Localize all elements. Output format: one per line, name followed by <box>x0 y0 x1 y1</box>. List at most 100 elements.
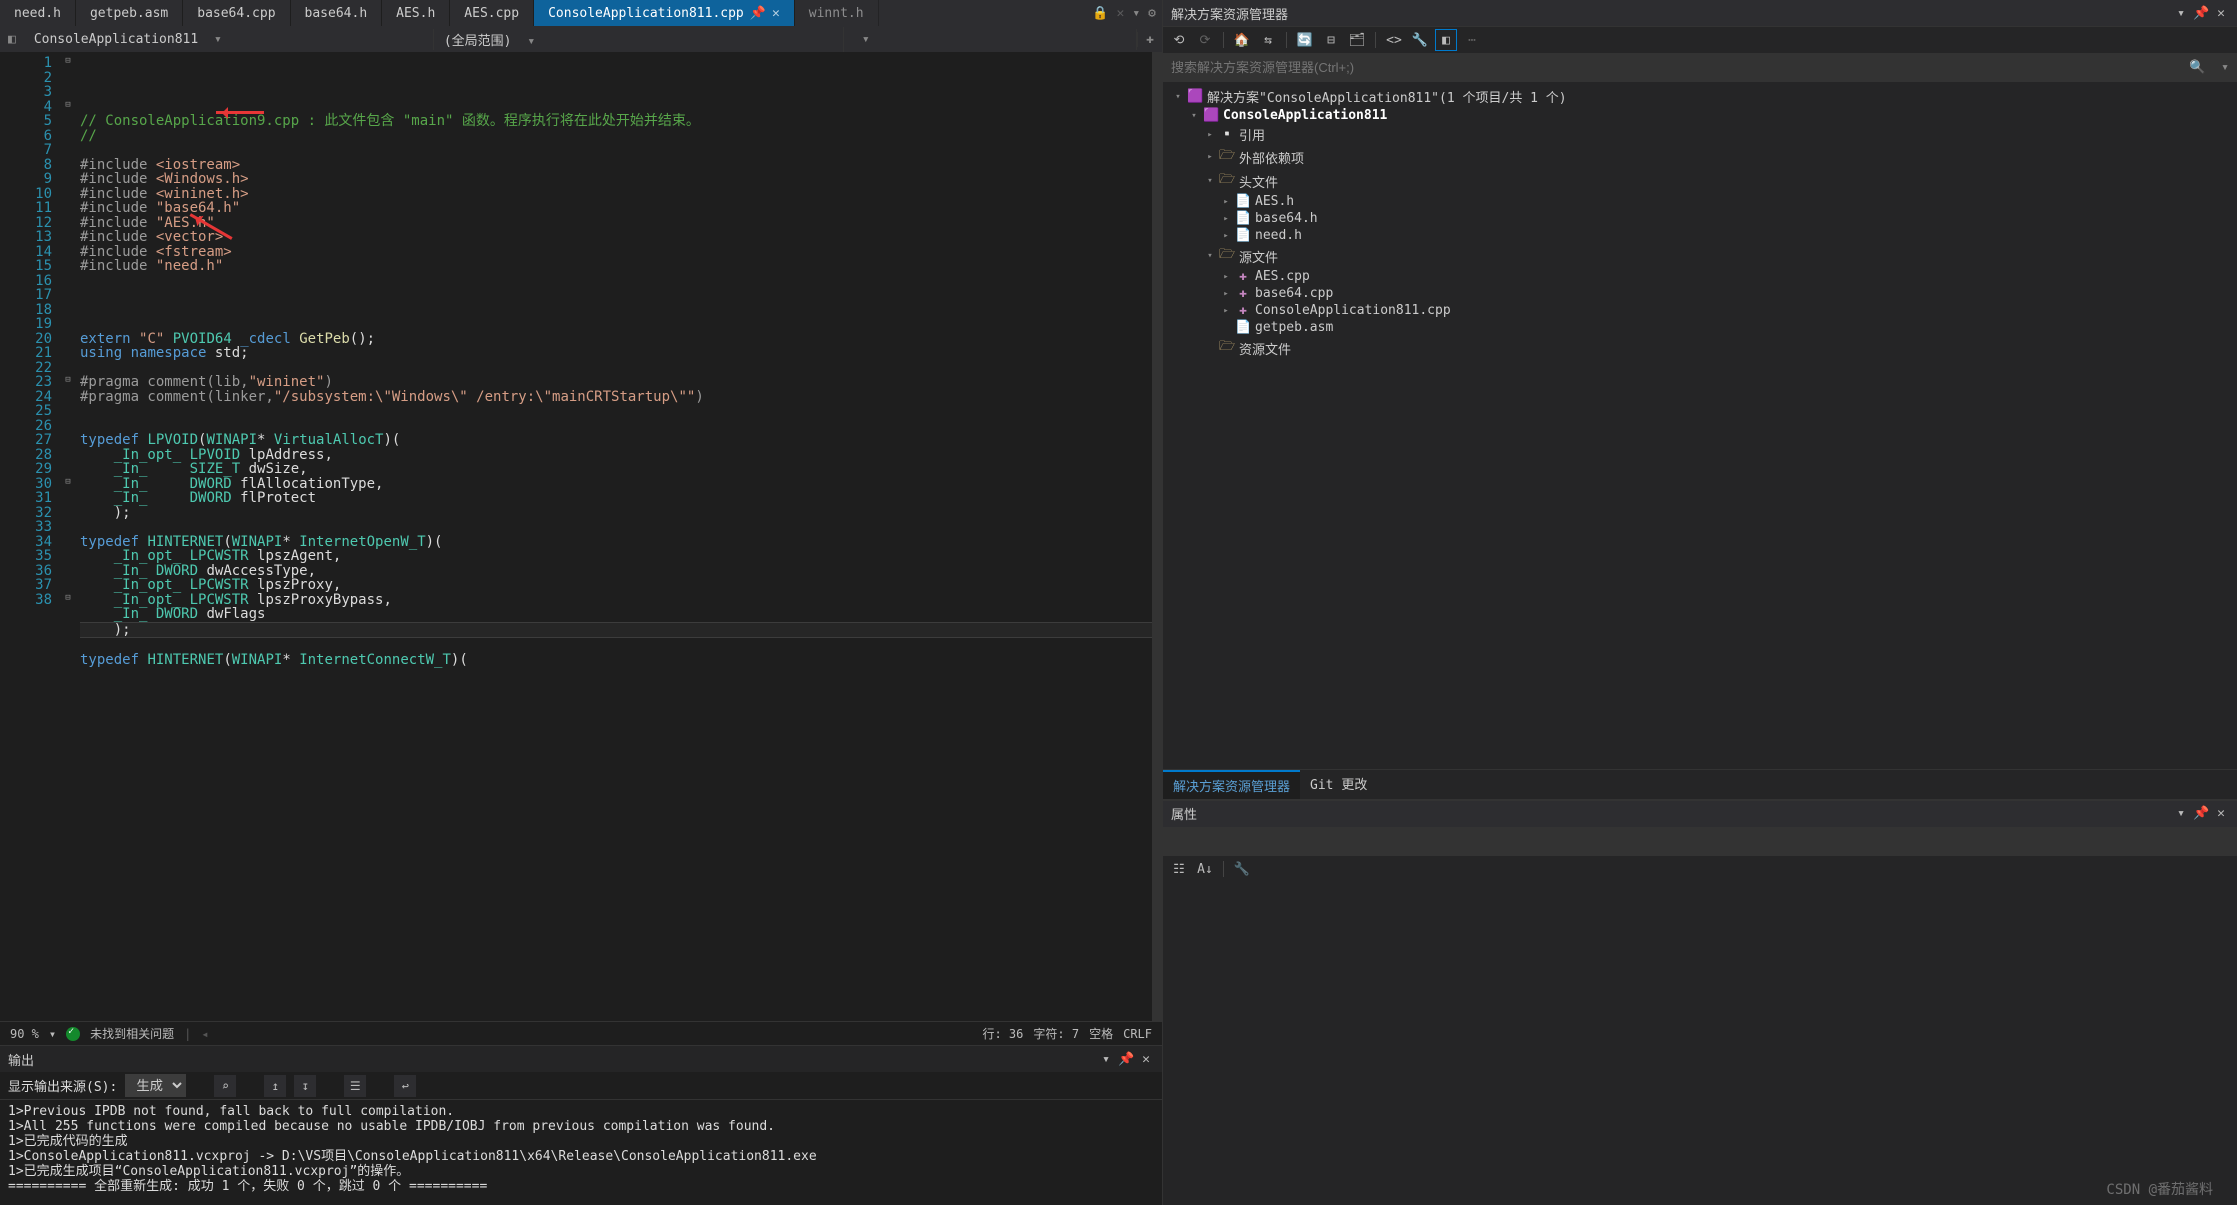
pin-icon[interactable]: 📌 <box>2189 6 2213 21</box>
output-text[interactable]: 1>Previous IPDB not found, fall back to … <box>0 1100 1162 1205</box>
code-line[interactable]: #include <fstream> <box>80 245 1162 260</box>
collapse-icon[interactable]: ⊟ <box>1321 30 1341 50</box>
dropdown-icon[interactable]: ▾ <box>2173 6 2189 21</box>
back-icon[interactable]: ⟲ <box>1169 30 1189 50</box>
editor-tab[interactable]: getpeb.asm <box>76 0 183 26</box>
code-editor[interactable]: 1234567891011121314151617181920212223242… <box>0 52 1162 1021</box>
code-line[interactable]: _In_ SIZE_T dwSize, <box>80 462 1162 477</box>
refresh-icon[interactable]: 🔄 <box>1295 30 1315 50</box>
indent-mode[interactable]: 空格 <box>1089 1025 1113 1042</box>
code-line[interactable]: #include "need.h" <box>80 259 1162 274</box>
code-line[interactable] <box>80 274 1162 289</box>
code-line[interactable]: // <box>80 129 1162 144</box>
editor-tab[interactable]: AES.cpp <box>450 0 534 26</box>
toggle-wrap-icon[interactable]: ↩ <box>394 1075 416 1097</box>
solution-explorer-tab[interactable]: 解决方案资源管理器 <box>1163 770 1300 799</box>
code-line[interactable]: #include <Windows.h> <box>80 172 1162 187</box>
preview-icon[interactable]: ◧ <box>1436 30 1456 50</box>
zoom-level[interactable]: 90 % <box>10 1027 39 1041</box>
dropdown-icon[interactable]: ▾ <box>1098 1052 1114 1067</box>
git-changes-tab[interactable]: Git 更改 <box>1300 770 1377 799</box>
code-line[interactable]: _In_ DWORD flAllocationType, <box>80 477 1162 492</box>
scope-project[interactable]: ConsoleApplication811 ▾ <box>24 29 434 50</box>
code-line[interactable]: extern "C" PVOID64 _cdecl GetPeb(); <box>80 332 1162 347</box>
split-editor-icon[interactable]: ✚ <box>1137 32 1162 47</box>
scope-function[interactable]: (全局范围) ▾ <box>434 27 844 52</box>
editor-tab[interactable]: need.h <box>0 0 76 26</box>
tree-file[interactable]: ▸📄need.h <box>1169 227 2237 244</box>
gear-icon[interactable]: ⚙ <box>1148 6 1156 21</box>
code-line[interactable]: #include <iostream> <box>80 158 1162 173</box>
code-line[interactable]: _In_opt_ LPCWSTR lpszAgent, <box>80 549 1162 564</box>
scope-member[interactable]: ▾ <box>844 29 1137 50</box>
tree-file[interactable]: ▸✚ConsoleApplication811.cpp <box>1169 302 2237 319</box>
code-line[interactable]: _In_opt_ LPCWSTR lpszProxy, <box>80 578 1162 593</box>
code-line[interactable] <box>80 419 1162 434</box>
close-icon[interactable]: ✕ <box>2213 806 2229 821</box>
tree-file[interactable]: ▸📄AES.h <box>1169 193 2237 210</box>
external-deps-node[interactable]: ▸🗁外部依赖项 <box>1169 145 2237 169</box>
code-line[interactable]: typedef HINTERNET(WINAPI* InternetOpenW_… <box>80 535 1162 550</box>
code-line[interactable]: #include "base64.h" <box>80 201 1162 216</box>
close-icon[interactable]: ✕ <box>1138 1052 1154 1067</box>
code-line[interactable]: _In_opt_ LPCWSTR lpszProxyBypass, <box>80 593 1162 608</box>
code-line[interactable]: _In_ DWORD flProtect <box>80 491 1162 506</box>
search-dropdown-icon[interactable]: ▾ <box>2213 60 2237 75</box>
find-in-output-icon[interactable]: ⌕ <box>214 1075 236 1097</box>
minimap-scrollbar[interactable] <box>1152 52 1162 1021</box>
code-line[interactable]: typedef HINTERNET(WINAPI* InternetConnec… <box>80 653 1162 668</box>
search-icon[interactable]: 🔍 <box>2181 60 2213 75</box>
tree-file[interactable]: ▸✚AES.cpp <box>1169 268 2237 285</box>
code-line[interactable] <box>80 303 1162 318</box>
code-line[interactable]: using namespace std; <box>80 346 1162 361</box>
dropdown-icon[interactable]: ▾ <box>2173 806 2189 821</box>
goto-next-icon[interactable]: ↧ <box>294 1075 316 1097</box>
view-code-icon[interactable]: <> <box>1384 30 1404 50</box>
close-icon[interactable]: ✕ <box>772 6 780 21</box>
resources-folder[interactable]: 🗁资源文件 <box>1169 336 2237 360</box>
alphabetical-icon[interactable]: A↓ <box>1195 859 1215 879</box>
code-line[interactable]: ); <box>80 622 1162 639</box>
code-line[interactable] <box>80 638 1162 653</box>
headers-folder[interactable]: ▾🗁头文件 <box>1169 169 2237 193</box>
tree-file[interactable]: ▸✚base64.cpp <box>1169 285 2237 302</box>
show-all-icon[interactable]: 🗂 <box>1347 30 1367 50</box>
editor-tab[interactable]: base64.h <box>291 0 383 26</box>
code-line[interactable]: #pragma comment(lib,"wininet") <box>80 375 1162 390</box>
no-issues-icon[interactable] <box>66 1027 80 1041</box>
close-icon[interactable]: ✕ <box>1117 6 1125 21</box>
solution-tree[interactable]: ▾🟪解决方案"ConsoleApplication811"(1 个项目/共 1 … <box>1163 82 2237 364</box>
code-line[interactable] <box>80 361 1162 376</box>
tree-file[interactable]: 📄getpeb.asm <box>1169 319 2237 336</box>
code-line[interactable]: _In_ DWORD dwFlags <box>80 607 1162 622</box>
properties-icon[interactable]: 🔧 <box>1410 30 1430 50</box>
solution-search-input[interactable] <box>1163 54 2181 81</box>
code-line[interactable] <box>80 288 1162 303</box>
code-line[interactable]: typedef LPVOID(WINAPI* VirtualAllocT)( <box>80 433 1162 448</box>
code-line[interactable]: _In_opt_ LPVOID lpAddress, <box>80 448 1162 463</box>
close-icon[interactable]: ✕ <box>2213 6 2229 21</box>
editor-tab[interactable]: base64.cpp <box>183 0 290 26</box>
code-line[interactable] <box>80 143 1162 158</box>
code-line[interactable]: ); <box>80 506 1162 521</box>
references-node[interactable]: ▸▫️引用 <box>1169 124 2237 145</box>
editor-tab[interactable]: winnt.h <box>795 0 879 26</box>
pin-icon[interactable]: 📌 <box>1114 1052 1138 1067</box>
categorized-icon[interactable]: ☷ <box>1169 859 1189 879</box>
pin-icon[interactable]: 📌 <box>2189 806 2213 821</box>
solution-root[interactable]: ▾🟪解决方案"ConsoleApplication811"(1 个项目/共 1 … <box>1169 86 2237 107</box>
tree-file[interactable]: ▸📄base64.h <box>1169 210 2237 227</box>
pin-icon[interactable]: 📌 <box>750 6 766 21</box>
code-line[interactable]: #include <wininet.h> <box>80 187 1162 202</box>
code-line[interactable]: _In_ DWORD dwAccessType, <box>80 564 1162 579</box>
code-line[interactable]: #include "AES.h" <box>80 216 1162 231</box>
goto-prev-icon[interactable]: ↥ <box>264 1075 286 1097</box>
editor-tab[interactable]: AES.h <box>382 0 450 26</box>
property-pages-icon[interactable]: 🔧 <box>1232 859 1252 879</box>
clear-all-icon[interactable]: ☰ <box>344 1075 366 1097</box>
eol-mode[interactable]: CRLF <box>1123 1027 1152 1041</box>
sources-folder[interactable]: ▾🗁源文件 <box>1169 244 2237 268</box>
editor-tab[interactable]: ConsoleApplication811.cpp📌✕ <box>534 0 795 26</box>
project-node[interactable]: ▾🟪ConsoleApplication811 <box>1169 107 2237 124</box>
code-line[interactable] <box>80 520 1162 535</box>
